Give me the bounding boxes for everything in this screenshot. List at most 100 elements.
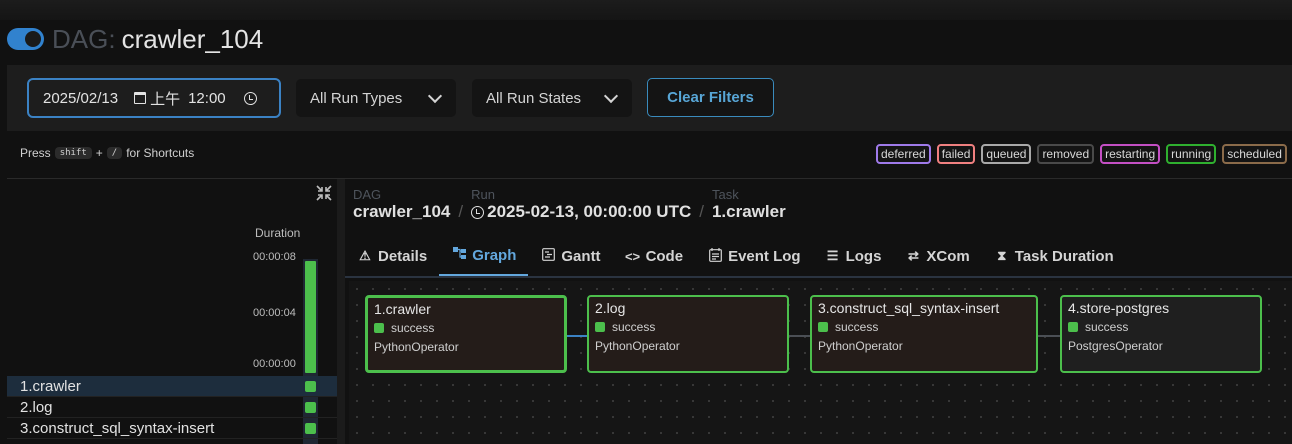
- date-time-input[interactable]: 2025/02/13 上午 12:00: [27, 78, 281, 118]
- graph-icon: [451, 247, 467, 263]
- tab-label: Logs: [845, 247, 882, 265]
- tab-details[interactable]: ⚠ Details: [345, 236, 439, 276]
- breadcrumb-run-value-wrap: 2025-02-13, 00:00:00 UTC: [471, 202, 691, 222]
- tab-label: Code: [645, 247, 684, 265]
- graph-node[interactable]: 1.crawler success PythonOperator: [365, 295, 567, 373]
- warning-icon: ⚠: [359, 248, 371, 263]
- kbd-slash: /: [106, 147, 123, 159]
- state-legend: deferred failed queued removed restartin…: [876, 144, 1287, 164]
- status-square: [1068, 322, 1078, 332]
- dag-pause-toggle[interactable]: [7, 28, 44, 50]
- task-instance-status[interactable]: [305, 402, 316, 413]
- dag-title-row: DAG: crawler_104: [7, 24, 263, 54]
- filters-bar: 2025/02/13 上午 12:00 All Run Types All Ru…: [7, 65, 1292, 131]
- task-row[interactable]: 1.crawler: [7, 376, 337, 397]
- duration-label: Duration: [255, 226, 301, 240]
- legend-failed[interactable]: failed: [936, 144, 976, 164]
- kbd-shift: shift: [54, 147, 92, 159]
- breadcrumb-run[interactable]: Run 2025-02-13, 00:00:00 UTC: [471, 187, 691, 222]
- task-instance-status[interactable]: [305, 423, 316, 434]
- run-types-select[interactable]: All Run Types: [296, 79, 456, 117]
- details-panel: DAG crawler_104 / Run 2025-02-13, 00:00:…: [345, 179, 1292, 444]
- clear-filters-button[interactable]: Clear Filters: [647, 78, 774, 117]
- clock-icon: [471, 205, 485, 219]
- node-operator: PythonOperator: [818, 339, 903, 353]
- tab-bar: ⚠ Details Graph Gantt <> Code Event Log: [345, 236, 1292, 278]
- task-row[interactable]: 3.construct_sql_syntax-insert: [7, 418, 337, 439]
- graph-canvas[interactable]: 1.crawler success PythonOperator 2.log s…: [349, 281, 1292, 444]
- breadcrumb-task[interactable]: Task 1.crawler: [712, 187, 786, 222]
- dag-title: crawler_104: [121, 23, 264, 54]
- node-name: 1.crawler: [374, 301, 431, 317]
- graph-edge: [789, 335, 812, 337]
- panel-resizer[interactable]: [337, 179, 345, 444]
- status-square: [818, 322, 828, 332]
- tab-label: Gantt: [561, 247, 601, 265]
- clock-icon[interactable]: [243, 91, 257, 105]
- tab-xcom[interactable]: ⇄ XCom: [893, 236, 981, 276]
- status-square: [595, 322, 605, 332]
- gantt-icon: [540, 248, 556, 264]
- top-bar: [0, 0, 1292, 20]
- date-value: 2025/02/13: [43, 89, 119, 107]
- node-state-label: success: [391, 321, 435, 335]
- collapse-icon[interactable]: [316, 185, 332, 201]
- task-name: 3.construct_sql_syntax-insert: [20, 420, 215, 437]
- logs-icon: ☰: [826, 248, 839, 263]
- tab-task-duration[interactable]: ⧗ Task Duration: [982, 236, 1126, 276]
- tab-label: XCom: [926, 247, 970, 265]
- calendar-icon[interactable]: [134, 92, 147, 104]
- node-state-label: success: [1085, 320, 1129, 334]
- task-instance-status[interactable]: [305, 381, 316, 392]
- node-operator: PythonOperator: [595, 339, 680, 353]
- grid-panel: Duration 00:00:08 00:00:04 00:00:00 1.cr…: [7, 179, 337, 444]
- dag-label: DAG:: [52, 23, 116, 54]
- tab-logs[interactable]: ☰ Logs: [813, 236, 894, 276]
- duration-tick: 00:00:08: [253, 251, 296, 263]
- breadcrumb-dag[interactable]: DAG crawler_104: [353, 187, 450, 222]
- run-states-value: All Run States: [486, 89, 582, 107]
- tab-label: Graph: [472, 246, 517, 264]
- task-name: 2.log: [20, 399, 53, 416]
- chevron-down-icon: [427, 88, 443, 104]
- run-duration-bar[interactable]: [305, 261, 316, 373]
- graph-node[interactable]: 3.construct_sql_syntax-insert success Py…: [810, 295, 1038, 373]
- breadcrumb-task-value: 1.crawler: [711, 202, 786, 221]
- legend-deferred[interactable]: deferred: [876, 144, 931, 164]
- breadcrumb-run-label: Run: [471, 187, 495, 202]
- tab-event-log[interactable]: Event Log: [695, 236, 813, 276]
- node-state: success: [818, 320, 1030, 334]
- code-icon: <>: [624, 248, 641, 264]
- xcom-icon: ⇄: [907, 248, 919, 263]
- tab-label: Event Log: [728, 247, 801, 265]
- legend-queued[interactable]: queued: [981, 144, 1032, 164]
- legend-scheduled[interactable]: scheduled: [1222, 144, 1287, 164]
- run-states-select[interactable]: All Run States: [472, 79, 632, 117]
- duration-tick: 00:00:00: [253, 358, 296, 370]
- breadcrumb-task-label: Task: [711, 187, 739, 202]
- tab-graph[interactable]: Graph: [439, 236, 529, 276]
- run-types-value: All Run Types: [310, 89, 403, 107]
- hourglass-icon: ⧗: [997, 248, 1007, 263]
- tab-code[interactable]: <> Code: [613, 236, 696, 276]
- legend-restarting[interactable]: restarting: [1100, 144, 1161, 164]
- breadcrumb: DAG crawler_104 / Run 2025-02-13, 00:00:…: [353, 187, 794, 222]
- tab-label: Task Duration: [1014, 247, 1114, 265]
- task-row[interactable]: 2.log: [7, 397, 337, 418]
- graph-node[interactable]: 4.store-postgres success PostgresOperato…: [1060, 295, 1262, 373]
- time-value: 12:00: [188, 89, 226, 107]
- node-operator: PythonOperator: [374, 340, 459, 354]
- graph-node[interactable]: 2.log success PythonOperator: [587, 295, 789, 373]
- legend-removed[interactable]: removed: [1037, 144, 1095, 164]
- node-name: 4.store-postgres: [1068, 300, 1170, 316]
- legend-running[interactable]: running: [1166, 144, 1217, 164]
- shortcut-plus: +: [95, 146, 103, 160]
- event-log-icon: [707, 247, 723, 265]
- toggle-knob: [25, 31, 41, 47]
- shortcut-press: Press: [20, 146, 51, 160]
- tab-label: Details: [378, 247, 428, 265]
- tab-gantt[interactable]: Gantt: [528, 236, 612, 276]
- shortcut-suffix: for Shortcuts: [126, 146, 195, 160]
- node-operator: PostgresOperator: [1068, 339, 1163, 353]
- graph-edge: [1037, 335, 1062, 337]
